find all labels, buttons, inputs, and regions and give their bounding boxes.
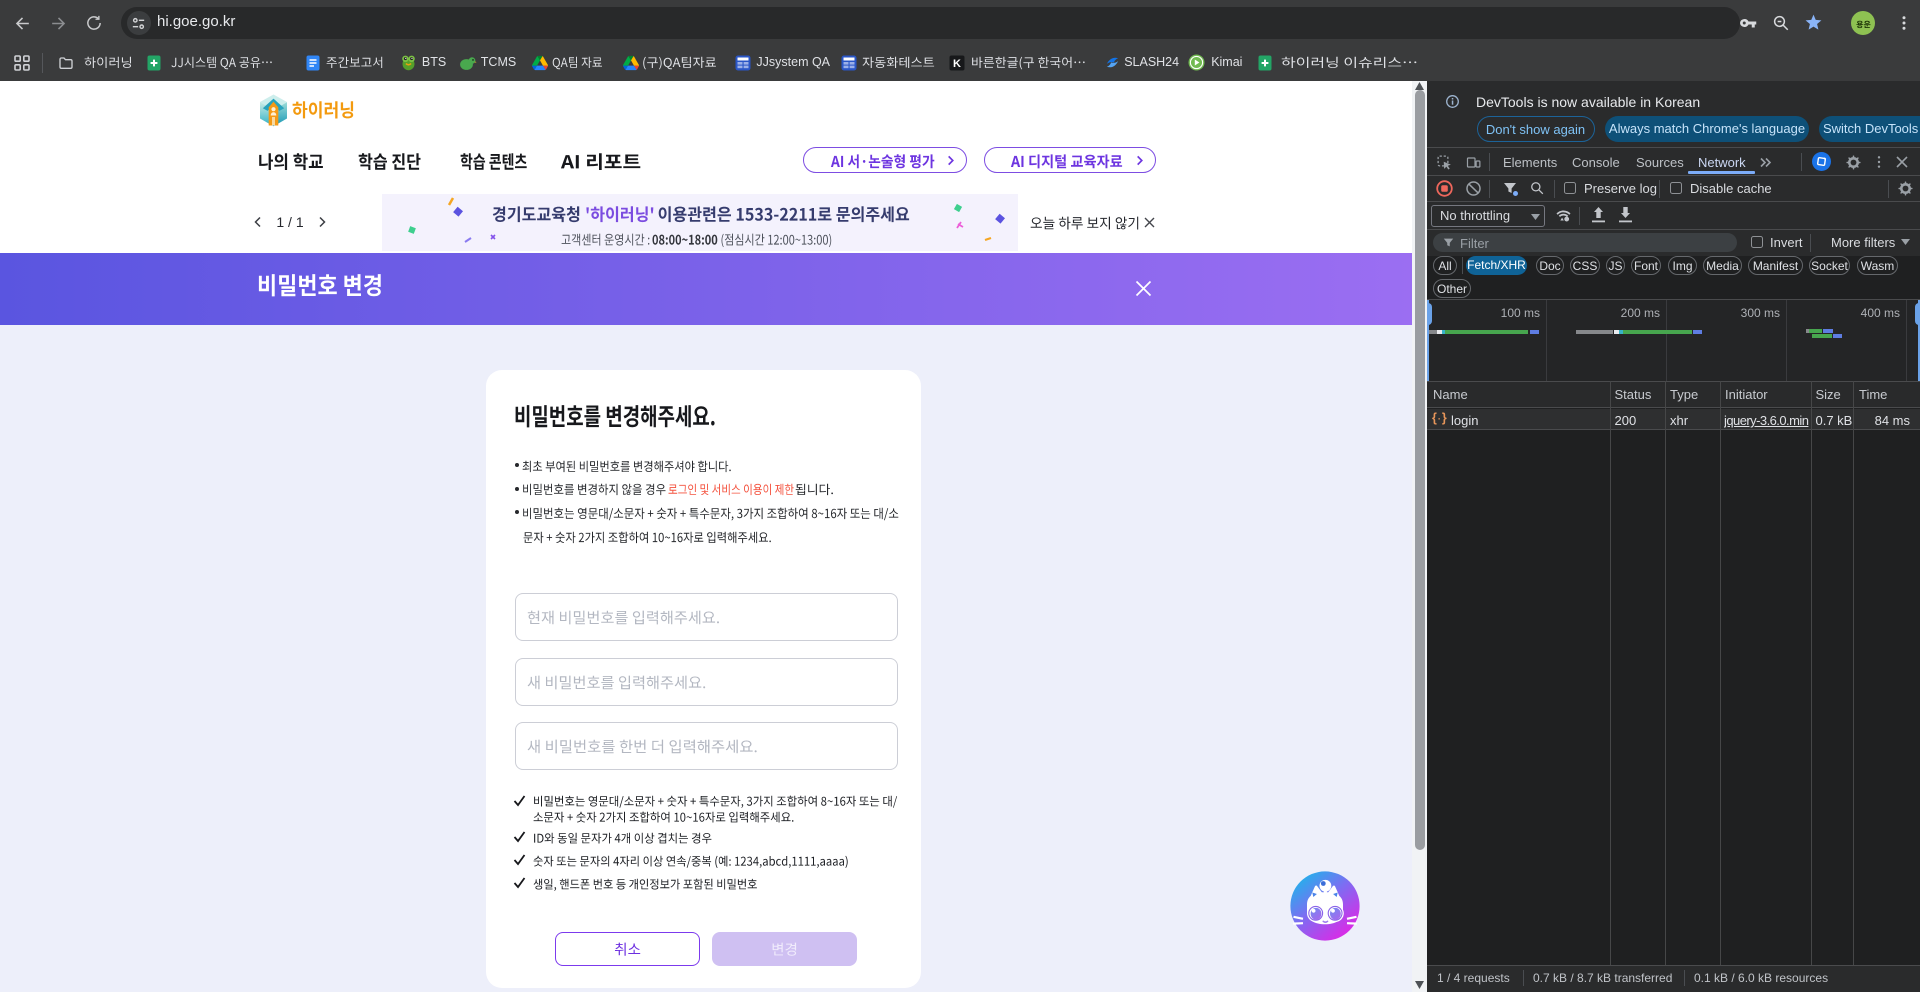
svg-text:K: K — [953, 58, 961, 70]
